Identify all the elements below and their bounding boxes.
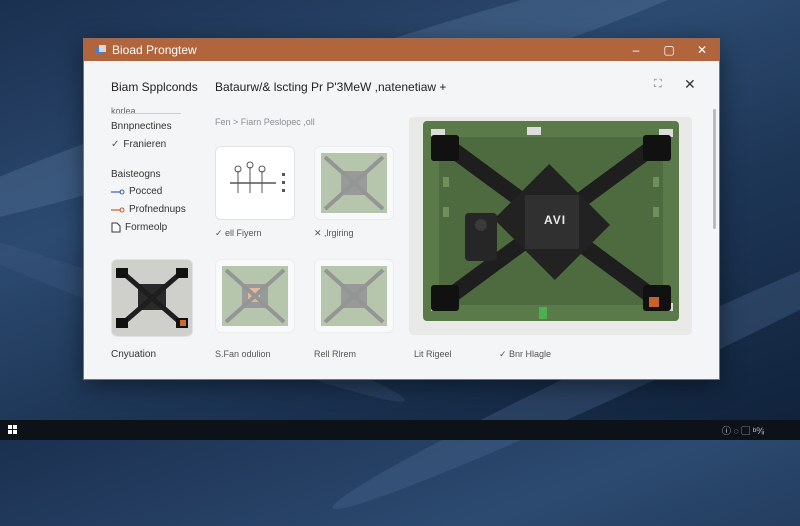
thumbnail-label: ✓ ell Fiyern <box>215 228 262 238</box>
app-icon <box>96 45 106 54</box>
drone-board-image <box>222 266 288 326</box>
thumbnail-drone-top[interactable] <box>314 146 394 220</box>
thumbnail-label: ✓ Bnr Hlagle <box>499 349 552 359</box>
sidebar-item-label: Formeolp <box>125 222 168 233</box>
sidebar-item-label: Franieren <box>123 139 167 150</box>
sidebar-item-baisteogns[interactable]: Baisteogns <box>111 169 160 180</box>
title-bar[interactable]: Bioad Prongtew – ▢ ✕ <box>84 39 719 61</box>
close-panel-button[interactable]: ✕ <box>684 76 696 93</box>
check-icon: ✓ <box>111 139 120 150</box>
sidebar-item-label: korlea <box>111 106 136 116</box>
document-icon <box>111 222 121 233</box>
connector-blue-icon <box>111 189 125 194</box>
maximize-button[interactable]: ▢ <box>652 39 686 61</box>
thumbnail-drone-orange[interactable] <box>215 259 295 333</box>
thumbnail-label: S.Fan odulion <box>215 349 271 359</box>
drone-image <box>112 260 192 336</box>
thumbnail-drone-plain[interactable] <box>314 259 394 333</box>
content-header: Biam Spplconds Bataurw/& lscting Pr P'3M… <box>84 61 719 101</box>
thumbnail-label: Lit Rigeel <box>414 349 452 359</box>
thumbnail-schematic[interactable] <box>215 146 295 220</box>
close-window-button[interactable]: ✕ <box>685 39 719 61</box>
schematic-image <box>230 161 285 193</box>
taskbar: ⓘ ◌ ▢ ᵇ⁰⁄ᵢᵢ <box>0 420 800 440</box>
drone-board-image <box>321 266 387 326</box>
sidebar-item-pocced[interactable]: Pocced <box>111 186 162 197</box>
sidebar-title: Biam Spplconds <box>111 80 198 94</box>
windows-start-icon[interactable] <box>8 425 18 435</box>
filter-bar[interactable]: Fen > Fiarn Peslopec ,oll <box>215 117 315 127</box>
sidebar-item-formeolp[interactable]: Formeolp <box>111 222 167 233</box>
thumbnail-label: ✕ ,lrgiring <box>314 228 354 238</box>
scrollbar[interactable] <box>713 109 716 229</box>
sidebar-item-profnednups[interactable]: Profnednups <box>111 204 186 215</box>
selected-drone-thumbnail[interactable] <box>111 259 193 337</box>
system-tray[interactable]: ⓘ ◌ ▢ ᵇ⁰⁄ᵢᵢ <box>722 424 764 437</box>
chip-label: AVI <box>544 213 567 227</box>
drone-board-image <box>321 153 387 213</box>
sidebar-item-label: Profnednups <box>129 204 186 215</box>
sidebar-item-bnnpnectines[interactable]: Bnnpnectines <box>111 121 172 132</box>
app-window: Bioad Prongtew – ▢ ✕ Biam Spplconds Bata… <box>83 38 720 380</box>
thumbnail-label: Rell Rlrem <box>314 349 357 359</box>
connector-orange-icon <box>111 207 125 212</box>
main-preview[interactable]: AVI <box>409 117 692 335</box>
minimize-button[interactable]: – <box>619 39 653 61</box>
window-title: Bioad Prongtew <box>112 43 197 57</box>
sidebar-item-franieren[interactable]: ✓ Franieren <box>111 139 166 150</box>
breadcrumb[interactable]: Bataurw/& lscting Pr P'3MeW ,natenetiaw … <box>215 80 446 94</box>
sidebar-item-label: Bnnpnectines <box>111 121 172 132</box>
sidebar-item-label: Pocced <box>129 186 163 197</box>
sidebar-item-label: Baisteogns <box>111 169 161 180</box>
sidebar-bottom-label: Cnyuation <box>111 349 157 360</box>
expand-icon[interactable]: ⛶ <box>654 78 662 91</box>
sidebar-divider <box>111 113 181 114</box>
sidebar-item-korlea[interactable]: korlea <box>111 106 136 116</box>
